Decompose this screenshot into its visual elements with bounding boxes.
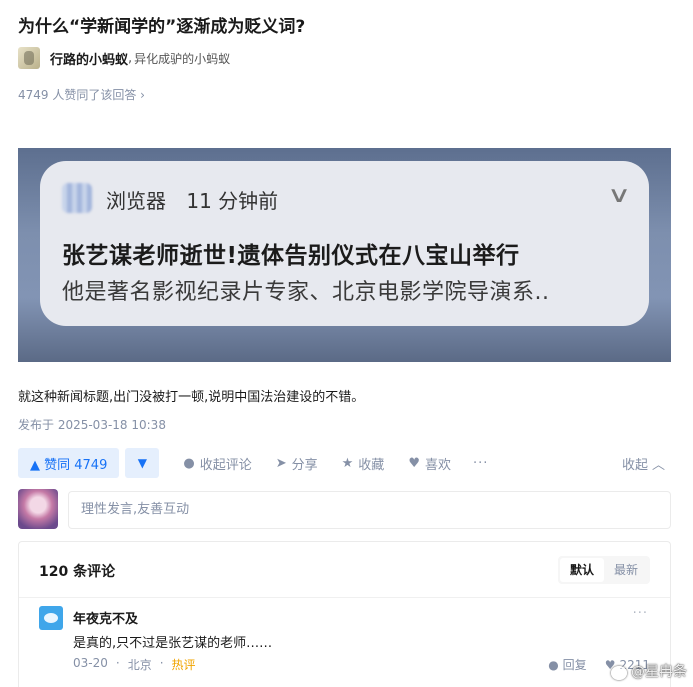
comment-meta: 03-20 · 北京 · 热评 bbox=[73, 656, 196, 673]
share-button[interactable]: ➤ 分享 bbox=[276, 454, 318, 473]
notification-app-line: 浏览器 11 分钟前 bbox=[106, 185, 278, 214]
notification-headline: 张艺谋老师逝世!遗体告别仪式在八宝山举行 bbox=[62, 243, 520, 269]
notification-app-name: 浏览器 bbox=[106, 189, 166, 213]
reply-label: 回复 bbox=[562, 658, 587, 672]
weibo-watermark: @星冉条 bbox=[611, 661, 687, 681]
heart-icon: ♥ bbox=[408, 455, 420, 471]
notification-time: 11 分钟前 bbox=[186, 189, 279, 213]
comment-date: 03-20 bbox=[73, 656, 108, 670]
comment-input[interactable]: 理性发言,友善互动 bbox=[68, 491, 671, 529]
hot-comment-badge: 热评 bbox=[171, 658, 196, 672]
chevron-up-icon: ︿ bbox=[651, 457, 665, 473]
comment-composer: 理性发言,友善互动 bbox=[18, 489, 671, 531]
question-title[interactable]: 为什么“学新闻学的”逐渐成为贬义词? bbox=[18, 12, 305, 37]
collapse-comments-label: 收起评论 bbox=[199, 457, 252, 473]
author-avatar[interactable] bbox=[18, 47, 40, 69]
author-separator: , bbox=[128, 50, 133, 66]
more-actions-button[interactable]: ··· bbox=[473, 456, 488, 471]
comments-section: 120 条评论 默认 最新 年夜克不及 ··· 是真的,只不过是张艺谋的老师……… bbox=[18, 541, 671, 687]
collapse-label: 收起 bbox=[621, 457, 648, 473]
meta-dot: · bbox=[159, 656, 164, 670]
notification-body: 他是著名影视纪录片专家、北京电影学院导演系.. bbox=[62, 280, 550, 305]
author-bio: 异化成驴的小蚂蚁 bbox=[134, 51, 231, 66]
favorite-label: 收藏 bbox=[358, 457, 385, 473]
comments-header: 120 条评论 默认 最新 bbox=[19, 542, 670, 598]
share-label: 分享 bbox=[291, 457, 318, 473]
comment-location: 北京 bbox=[127, 658, 152, 672]
comment-sort-switch: 默认 最新 bbox=[557, 556, 650, 584]
answer-action-bar: ▲ 赞同 4749 ▼ ● 收起评论 ➤ 分享 ★ 收藏 ♥ 喜欢 ··· 收起… bbox=[18, 447, 671, 479]
chevron-down-icon: ∨ bbox=[606, 183, 632, 208]
publish-time: 发布于 2025-03-18 10:38 bbox=[18, 418, 166, 432]
collapse-comments-button[interactable]: ● 收起评论 bbox=[183, 454, 251, 473]
sort-latest-tab[interactable]: 最新 bbox=[604, 558, 648, 582]
vote-summary[interactable]: 4749 人赞同了该回答 › bbox=[18, 86, 145, 103]
author-name[interactable]: 行路的小蚂蚁 bbox=[50, 49, 128, 68]
meta-dot: · bbox=[115, 656, 120, 670]
notification-screenshot: 浏览器 11 分钟前 ∨ 张艺谋老师逝世!遗体告别仪式在八宝山举行 他是著名影视… bbox=[18, 148, 671, 362]
notification-card: 浏览器 11 分钟前 ∨ 张艺谋老师逝世!遗体告别仪式在八宝山举行 他是著名影视… bbox=[40, 161, 649, 326]
avatar[interactable] bbox=[18, 489, 58, 529]
comment-item: 年夜克不及 ··· 是真的,只不过是张艺谋的老师…… 03-20 · 北京 · … bbox=[19, 598, 670, 687]
vote-down-button[interactable]: ▼ bbox=[125, 448, 160, 478]
watermark-text: @星冉条 bbox=[631, 664, 687, 680]
star-icon: ★ bbox=[341, 455, 354, 471]
comment-text: 是真的,只不过是张艺谋的老师…… bbox=[73, 636, 273, 651]
reply-icon: ● bbox=[548, 658, 559, 672]
weibo-logo-icon bbox=[611, 664, 627, 680]
vote-up-button[interactable]: ▲ 赞同 4749 bbox=[18, 448, 120, 478]
browser-app-icon bbox=[62, 183, 92, 213]
reply-button[interactable]: ● 回复 bbox=[548, 656, 587, 673]
like-button[interactable]: ♥ 喜欢 bbox=[408, 454, 451, 473]
comment-more-button[interactable]: ··· bbox=[633, 606, 648, 621]
commenter-name[interactable]: 年夜克不及 bbox=[73, 608, 138, 627]
sort-default-tab[interactable]: 默认 bbox=[559, 558, 604, 582]
commenter-avatar[interactable] bbox=[39, 606, 63, 630]
favorite-button[interactable]: ★ 收藏 bbox=[342, 454, 385, 473]
answer-text: 就这种新闻标题,出门没被打一顿,说明中国法治建设的不错。 bbox=[18, 390, 365, 405]
author-row: 行路的小蚂蚁 , 异化成驴的小蚂蚁 bbox=[18, 46, 230, 70]
comments-count: 120 条评论 bbox=[39, 564, 116, 580]
collapse-answer-button[interactable]: 收起 ︿ bbox=[622, 454, 665, 473]
comment-icon: ● bbox=[183, 455, 195, 471]
share-icon: ➤ bbox=[275, 455, 287, 471]
like-label: 喜欢 bbox=[424, 457, 451, 473]
